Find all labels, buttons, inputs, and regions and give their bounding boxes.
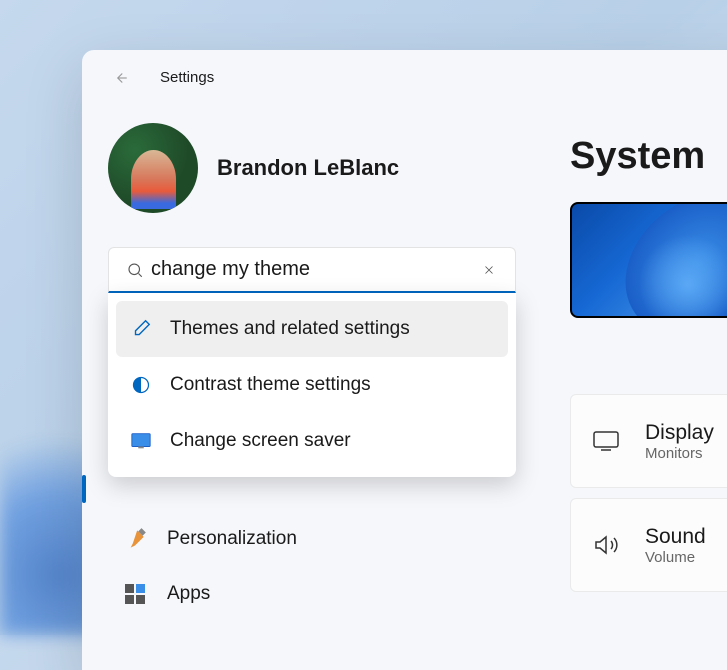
search-box (108, 247, 516, 293)
sidebar: Brandon LeBlanc (82, 105, 542, 670)
page-title: System (570, 135, 727, 178)
suggestion-label: Contrast theme settings (170, 374, 371, 396)
back-arrow-icon (111, 69, 129, 87)
search-input[interactable] (151, 258, 473, 281)
suggestion-label: Change screen saver (170, 430, 351, 452)
profile-section[interactable]: Brandon LeBlanc (108, 123, 516, 213)
avatar (108, 123, 198, 213)
active-nav-indicator (82, 475, 86, 503)
paint-icon (122, 526, 148, 552)
search-icon (119, 254, 151, 286)
setting-sublabel: Monitors (645, 445, 714, 462)
volume-icon (591, 530, 621, 560)
main-content: System Display Monitors Sound Volume (542, 105, 727, 670)
setting-display[interactable]: Display Monitors (570, 394, 727, 488)
screensaver-icon (130, 430, 152, 452)
nav-personalization[interactable]: Personalization (108, 511, 516, 566)
brush-icon (130, 318, 152, 340)
apps-icon (122, 581, 148, 607)
suggestion-label: Themes and related settings (170, 318, 410, 340)
nav-label: Apps (167, 583, 210, 605)
settings-window: Settings Brandon LeBlanc (82, 50, 727, 670)
profile-name: Brandon LeBlanc (217, 155, 399, 181)
monitor-icon (591, 426, 621, 456)
setting-label: Sound (645, 525, 706, 549)
search-suggestions: Themes and related settings Contrast the… (108, 293, 516, 477)
suggestion-screensaver[interactable]: Change screen saver (116, 413, 508, 469)
titlebar: Settings (82, 50, 727, 105)
contrast-icon (130, 374, 152, 396)
setting-sublabel: Volume (645, 549, 706, 566)
setting-label: Display (645, 421, 714, 445)
setting-sound[interactable]: Sound Volume (570, 498, 727, 592)
nav-apps[interactable]: Apps (108, 566, 516, 621)
nav-label: Personalization (167, 528, 297, 550)
desktop-preview[interactable] (570, 202, 727, 318)
suggestion-themes[interactable]: Themes and related settings (116, 301, 508, 357)
nav-list: Personalization Apps (108, 511, 516, 621)
clear-search-button[interactable] (473, 254, 505, 286)
close-icon (482, 263, 496, 277)
suggestion-contrast[interactable]: Contrast theme settings (116, 357, 508, 413)
window-title: Settings (160, 69, 214, 86)
back-button[interactable] (108, 66, 132, 90)
